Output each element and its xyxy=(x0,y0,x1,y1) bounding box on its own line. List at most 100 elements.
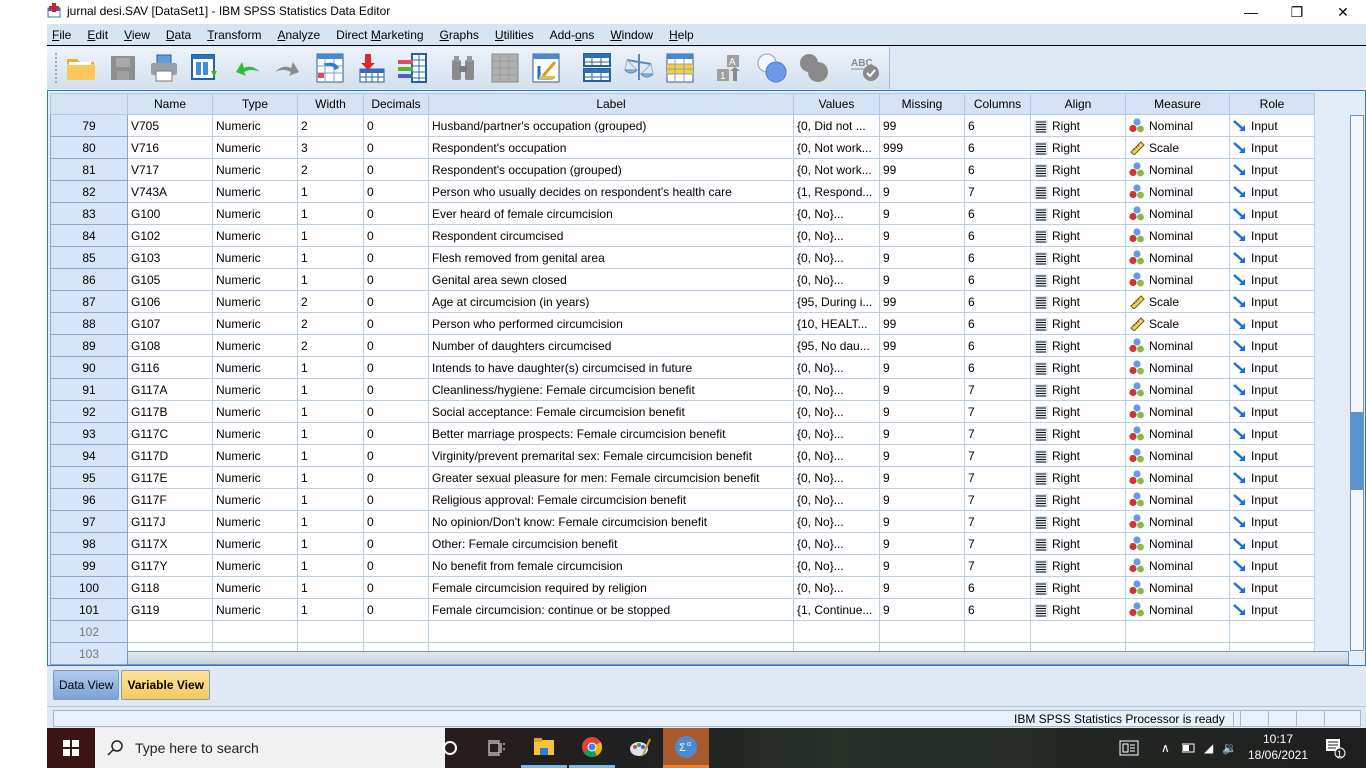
cell-values[interactable]: {0, No}... xyxy=(793,532,880,555)
start-button[interactable] xyxy=(47,728,95,768)
cell-missing[interactable]: 9 xyxy=(879,400,965,423)
cell-width[interactable]: 1 xyxy=(297,532,364,555)
cell-align[interactable]: Right xyxy=(1030,576,1126,599)
cell-type[interactable]: Numeric xyxy=(212,290,298,313)
cell-align[interactable]: Right xyxy=(1030,554,1126,577)
cell-measure[interactable]: Scale xyxy=(1125,312,1230,335)
cell-missing[interactable]: 9 xyxy=(879,532,965,555)
column-header-columns[interactable]: Columns xyxy=(964,93,1031,115)
cell-align[interactable] xyxy=(1030,620,1126,643)
cell-name[interactable]: G119 xyxy=(127,598,213,621)
cell-measure[interactable]: Nominal xyxy=(1125,334,1230,357)
row-number[interactable]: 86 xyxy=(50,268,128,291)
cell-align[interactable]: Right xyxy=(1030,532,1126,555)
cell-values[interactable]: {0, Did not ... xyxy=(793,114,880,137)
cell-columns[interactable]: 6 xyxy=(964,202,1031,225)
cell-values[interactable]: {0, No}... xyxy=(793,444,880,467)
cell-values[interactable]: {0, No}... xyxy=(793,246,880,269)
row-number[interactable]: 98 xyxy=(50,532,128,555)
cell-missing[interactable]: 9 xyxy=(879,268,965,291)
vertical-scroll-thumb[interactable] xyxy=(1351,412,1363,490)
cell-label[interactable]: No opinion/Don't know: Female circumcisi… xyxy=(428,510,794,533)
cell-label[interactable]: Virginity/prevent premarital sex: Female… xyxy=(428,444,794,467)
column-header-missing[interactable]: Missing xyxy=(879,93,965,115)
menu-edit[interactable]: Edit xyxy=(86,28,109,42)
cell-measure[interactable]: Scale xyxy=(1125,290,1230,313)
cell-missing[interactable]: 9 xyxy=(879,554,965,577)
cell-values[interactable]: {0, No}... xyxy=(793,400,880,423)
column-header-type[interactable]: Type xyxy=(212,93,298,115)
cell-missing[interactable]: 9 xyxy=(879,444,965,467)
row-number[interactable]: 81 xyxy=(50,158,128,181)
cell-dec[interactable]: 0 xyxy=(363,466,429,489)
cell-width[interactable]: 2 xyxy=(297,312,364,335)
cell-dec[interactable]: 0 xyxy=(363,290,429,313)
cell-label[interactable]: No benefit from female circumcision xyxy=(428,554,794,577)
row-number[interactable]: 88 xyxy=(50,312,128,335)
cell-values[interactable]: {10, HEALT... xyxy=(793,312,880,335)
toolbar-grip[interactable] xyxy=(55,53,58,83)
cell-label[interactable]: Cleanliness/hygiene: Female circumcision… xyxy=(428,378,794,401)
cell-dec[interactable]: 0 xyxy=(363,422,429,445)
cell-dec[interactable]: 0 xyxy=(363,246,429,269)
cell-align[interactable]: Right xyxy=(1030,202,1126,225)
chrome-taskbar[interactable] xyxy=(569,728,615,768)
cell-type[interactable]: Numeric xyxy=(212,158,298,181)
cell-name[interactable]: G107 xyxy=(127,312,213,335)
cell-measure[interactable]: Nominal xyxy=(1125,378,1230,401)
close-button[interactable]: ✕ xyxy=(1320,0,1366,24)
cell-measure[interactable]: Nominal xyxy=(1125,422,1230,445)
cell-columns[interactable]: 7 xyxy=(964,180,1031,203)
cell-label[interactable]: Person who performed circumcision xyxy=(428,312,794,335)
cell-name[interactable]: G102 xyxy=(127,224,213,247)
cell-role[interactable]: Input xyxy=(1229,158,1315,181)
open-data-document-button[interactable] xyxy=(64,50,98,86)
cell-missing[interactable]: 9 xyxy=(879,202,965,225)
row-number[interactable]: 84 xyxy=(50,224,128,247)
cell-name[interactable]: G117J xyxy=(127,510,213,533)
row-number[interactable]: 100 xyxy=(50,576,128,599)
cell-label[interactable]: Age at circumcision (in years) xyxy=(428,290,794,313)
cell-width[interactable]: 1 xyxy=(297,224,364,247)
menu-utilities[interactable]: Utilities xyxy=(494,28,535,42)
cell-align[interactable]: Right xyxy=(1030,378,1126,401)
cell-values[interactable]: {0, No}... xyxy=(793,576,880,599)
cell-type[interactable]: Numeric xyxy=(212,532,298,555)
menu-transform[interactable]: Transform xyxy=(206,28,262,42)
cell-dec[interactable]: 0 xyxy=(363,334,429,357)
cell-role[interactable]: Input xyxy=(1229,224,1315,247)
cell-dec[interactable]: 0 xyxy=(363,488,429,511)
cell-dec[interactable]: 0 xyxy=(363,312,429,335)
insert-cases-button[interactable] xyxy=(488,50,522,86)
cell-dec[interactable]: 0 xyxy=(363,532,429,555)
cell-values[interactable] xyxy=(793,620,880,643)
cell-type[interactable]: Numeric xyxy=(212,268,298,291)
vertical-scrollbar[interactable] xyxy=(1350,115,1364,651)
split-file-button[interactable] xyxy=(580,50,614,86)
cell-name[interactable] xyxy=(127,620,213,643)
save-button[interactable] xyxy=(105,50,139,86)
cell-columns[interactable]: 6 xyxy=(964,290,1031,313)
cell-type[interactable]: Numeric xyxy=(212,554,298,577)
cell-values[interactable]: {95, During i... xyxy=(793,290,880,313)
column-header-role[interactable]: Role xyxy=(1229,93,1315,115)
cell-role[interactable]: Input xyxy=(1229,532,1315,555)
cell-name[interactable]: V743A xyxy=(127,180,213,203)
cell-dec[interactable] xyxy=(363,620,429,643)
cell-missing[interactable]: 9 xyxy=(879,510,965,533)
row-number[interactable]: 102 xyxy=(50,620,128,643)
row-number[interactable]: 103 xyxy=(50,642,128,665)
cell-label[interactable]: Religious approval: Female circumcision … xyxy=(428,488,794,511)
row-number[interactable]: 89 xyxy=(50,334,128,357)
cell-width[interactable]: 1 xyxy=(297,246,364,269)
cell-columns[interactable]: 7 xyxy=(964,554,1031,577)
cell-name[interactable]: G117D xyxy=(127,444,213,467)
battery-status[interactable] xyxy=(1182,728,1196,768)
cell-label[interactable] xyxy=(428,620,794,643)
row-number[interactable]: 80 xyxy=(50,136,128,159)
recall-dialog-button[interactable] xyxy=(188,50,222,86)
cell-values[interactable]: {0, No}... xyxy=(793,488,880,511)
cell-measure[interactable]: Nominal xyxy=(1125,202,1230,225)
cell-missing[interactable]: 999 xyxy=(879,136,965,159)
cell-label[interactable]: Husband/partner's occupation (grouped) xyxy=(428,114,794,137)
